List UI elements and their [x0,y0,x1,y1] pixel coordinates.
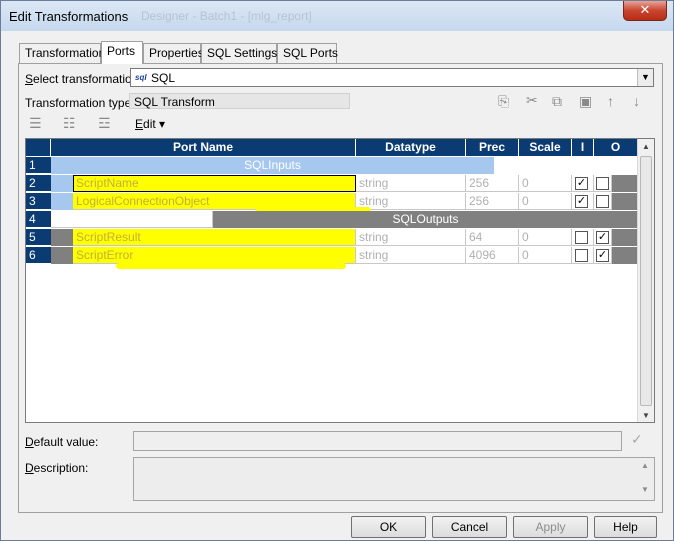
datatype-cell[interactable]: string [356,193,466,210]
header-prec[interactable]: Prec [466,139,519,156]
select-transformation-value: SQL [151,71,176,85]
add-group-icon[interactable]: ☷ [63,115,76,132]
new-port-icon[interactable]: ⎘ [498,93,509,110]
output-checkbox[interactable] [596,177,609,190]
header-datatype[interactable]: Datatype [356,139,466,156]
datatype-cell[interactable]: string [356,229,466,246]
group-indent [51,193,73,210]
select-transformation-label: Select transformation: [25,72,142,86]
row-number[interactable]: 1 [26,157,51,174]
output-checkbox[interactable] [596,195,609,208]
port-name-cell[interactable]: ScriptResult [73,229,356,246]
description-scroll-down-icon[interactable]: ▼ [641,485,649,494]
sql-transform-icon: sql [135,73,147,82]
select-transformation-dropdown[interactable]: sql SQL ▼ [130,68,654,87]
scale-cell[interactable]: 0 [519,247,572,264]
cut-icon[interactable]: ✂ [526,92,538,109]
header-scale[interactable]: Scale [519,139,572,156]
description-label: Description: [25,461,89,475]
group-row-sqlinputs[interactable]: SQLInputs [51,157,494,174]
group-tail [612,175,638,192]
background-window-title: Designer - Batch1 - [mlg_report] [141,9,312,23]
port-name-cell[interactable]: ScriptError [73,247,356,264]
output-checkbox[interactable]: ✓ [596,231,609,244]
default-value-input[interactable] [133,431,622,451]
header-corner [26,139,51,156]
description-textarea[interactable] [133,457,655,501]
help-button[interactable]: Help [594,516,657,538]
input-checkbox[interactable] [575,231,588,244]
remove-port-icon[interactable]: ☲ [98,115,111,132]
chevron-down-icon[interactable]: ▼ [637,69,653,86]
description-scroll-up-icon[interactable]: ▲ [641,461,649,470]
edit-transformations-dialog: Edit Transformations Designer - Batch1 -… [0,0,674,541]
cancel-button[interactable]: Cancel [432,516,507,538]
row-number[interactable]: 4 [26,211,51,228]
tab-transformation[interactable]: Transformation [19,43,105,63]
row-number[interactable]: 6 [26,247,51,264]
tab-sql-settings[interactable]: SQL Settings [201,43,277,63]
prec-cell[interactable]: 4096 [466,247,519,264]
header-input[interactable]: I [572,139,594,156]
prec-cell[interactable]: 256 [466,193,519,210]
apply-button[interactable]: Apply [513,516,588,538]
group-indent [51,175,73,192]
row-number[interactable]: 2 [26,175,51,192]
copy-icon[interactable]: ⧉ [552,93,562,110]
scroll-down-icon[interactable]: ▼ [642,411,650,420]
datatype-cell[interactable]: string [356,175,466,192]
prec-cell[interactable]: 256 [466,175,519,192]
scale-cell[interactable]: 0 [519,193,572,210]
scroll-up-icon[interactable]: ▲ [642,142,650,151]
close-button[interactable]: ✕ [623,1,667,21]
input-checkbox[interactable]: ✓ [575,195,588,208]
group-blank [51,211,213,228]
row-number[interactable]: 3 [26,193,51,210]
window-title: Edit Transformations [9,9,129,24]
datatype-cell[interactable]: string [356,247,466,264]
group-tail [612,193,638,210]
port-name-cell[interactable]: ScriptName [73,175,356,192]
add-port-icon[interactable]: ☰ [29,115,42,132]
ok-button[interactable]: OK [351,516,426,538]
paste-icon[interactable]: ▣ [579,93,592,110]
prec-cell[interactable]: 64 [466,229,519,246]
group-row-sqloutputs[interactable]: SQLOutputs [213,211,638,228]
transformation-type-value: SQL Transform [129,93,350,109]
grid-vertical-scrollbar[interactable]: ▲ ▼ [637,139,654,422]
tab-ports[interactable]: Ports [101,41,143,64]
check-icon[interactable]: ✓ [631,431,643,448]
ports-grid: Port Name Datatype Prec Scale I O 1 SQLI… [25,138,655,423]
move-up-icon[interactable]: ↑ [607,93,614,109]
scale-cell[interactable]: 0 [519,229,572,246]
output-checkbox[interactable]: ✓ [596,249,609,262]
move-down-icon[interactable]: ↓ [633,93,640,109]
tab-sql-ports[interactable]: SQL Ports [277,43,338,63]
default-value-label: Default value: [25,435,99,449]
row-number[interactable]: 5 [26,229,51,246]
edit-menu-button[interactable]: Edit ▾ [135,117,165,131]
highlight-stroke [116,263,346,269]
header-port-name[interactable]: Port Name [51,139,356,156]
input-checkbox[interactable]: ✓ [575,177,588,190]
group-indent [51,247,73,264]
header-output[interactable]: O [594,139,638,156]
transformation-type-label: Transformation type: [25,96,135,110]
title-bar[interactable]: Edit Transformations Designer - Batch1 -… [1,1,673,31]
tab-properties[interactable]: Properties [143,43,204,63]
scale-cell[interactable]: 0 [519,175,572,192]
group-tail [612,247,638,264]
group-indent [51,229,73,246]
input-checkbox[interactable] [575,249,588,262]
group-tail [612,229,638,246]
scrollbar-thumb[interactable] [640,156,652,406]
